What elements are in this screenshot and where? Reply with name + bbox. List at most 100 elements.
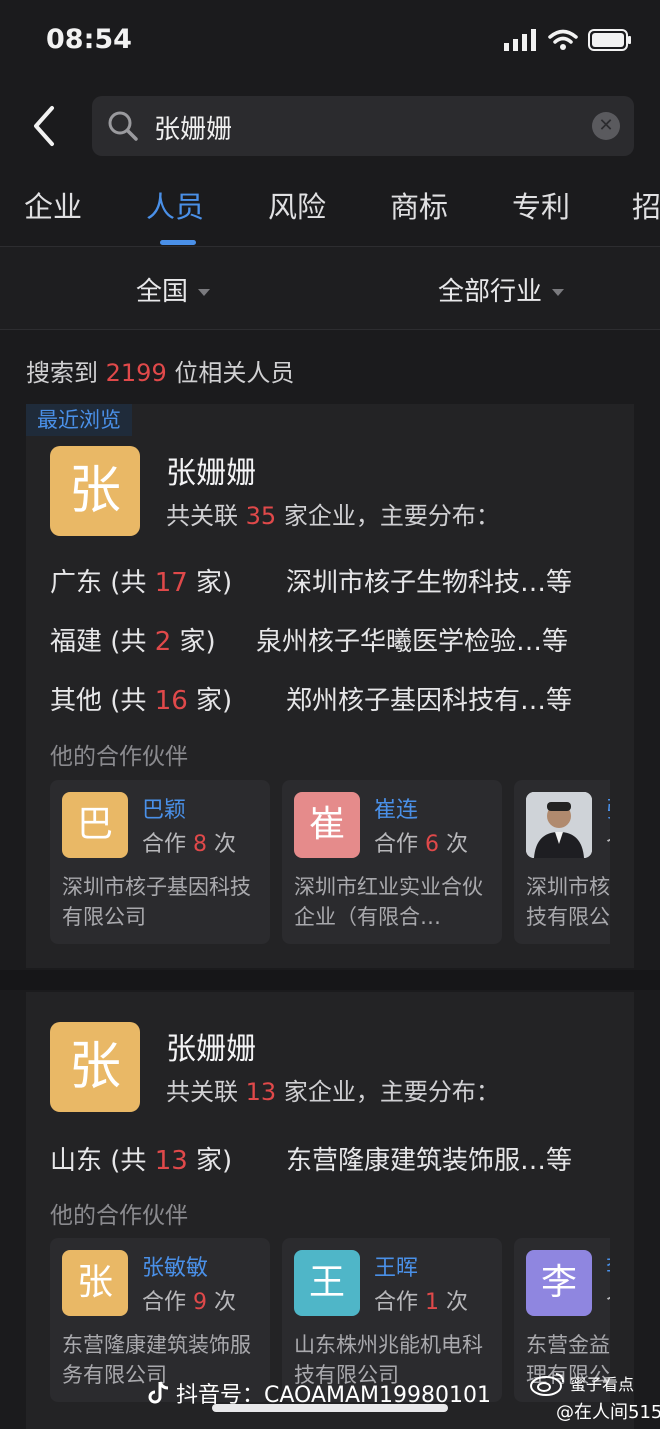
weibo-icon: [530, 1373, 564, 1396]
weibo-logo-text: 蜜子看点: [570, 1375, 635, 1394]
region-name: 其他: [50, 686, 103, 716]
partner-count: 合作 6 次: [374, 826, 468, 858]
times-value: 6: [425, 832, 439, 857]
assoc-count: 13: [245, 1078, 277, 1106]
times-suffix: 次: [207, 1290, 236, 1315]
region-row[interactable]: 山东 (共 13 家): [50, 1140, 232, 1177]
assoc-suffix: 家企业，主要分布：: [276, 1078, 500, 1106]
region-row[interactable]: 广东 (共 17 家): [50, 562, 232, 599]
tab-people[interactable]: 人员: [146, 184, 204, 226]
partner-name[interactable]: 李: [606, 1250, 610, 1282]
partner-count: 合: [606, 1284, 610, 1316]
region-name: 广东: [50, 568, 103, 598]
clear-icon[interactable]: ✕: [592, 112, 620, 140]
partner-card[interactable]: 巴 巴颖 合作 8 次 深圳市核子基因科技有限公司: [50, 780, 270, 944]
region-open: (共: [102, 627, 155, 657]
partner-photo: [526, 792, 592, 858]
tab-risk[interactable]: 风险: [268, 184, 326, 226]
region-company[interactable]: 东营隆康建筑装饰服…等: [286, 1140, 572, 1177]
region-count: 16: [154, 686, 188, 716]
status-time: 08:54: [46, 24, 132, 55]
partner-avatar: 崔: [294, 792, 360, 858]
region-filter-label: 全国: [136, 277, 189, 307]
partner-name[interactable]: 王晖: [374, 1250, 418, 1282]
times-value: 1: [425, 1290, 439, 1315]
region-open: (共: [102, 686, 155, 716]
tab-company[interactable]: 企业: [24, 184, 82, 226]
douyin-logo-icon: [148, 1381, 169, 1404]
partners-title: 他的合作伙伴: [50, 744, 188, 770]
recent-tag: 最近浏览: [26, 404, 132, 436]
partner-count: 合作 1 次: [374, 1284, 468, 1316]
times-prefix: 合作: [374, 832, 425, 857]
caret-down-icon: [552, 289, 565, 296]
home-indicator[interactable]: [212, 1404, 448, 1412]
partners-list: 巴 巴颖 合作 8 次 深圳市核子基因科技有限公司 崔 崔连 合作 6 次 深圳…: [50, 780, 610, 946]
region-close: 家): [187, 568, 233, 598]
partners-title: 他的合作伙伴: [50, 1203, 188, 1229]
result-count: 搜索到 2199 位相关人员: [26, 353, 294, 388]
association-summary: 共关联 35 家企业，主要分布：: [166, 496, 500, 531]
active-tab-indicator: [160, 240, 196, 245]
times-value: 8: [193, 832, 207, 857]
partner-name[interactable]: 张: [606, 792, 610, 824]
association-summary: 共关联 13 家企业，主要分布：: [166, 1072, 500, 1107]
result-prefix: 搜索到: [26, 359, 106, 387]
partner-avatar: 巴: [62, 792, 128, 858]
tab-trademark[interactable]: 商标: [390, 184, 448, 226]
industry-filter-label: 全部行业: [438, 277, 543, 307]
partner-count: 合: [606, 826, 610, 858]
times-prefix: 合作: [142, 832, 193, 857]
times-suffix: 次: [439, 832, 468, 857]
times-prefix: 合作: [142, 1290, 193, 1315]
region-count: 17: [154, 568, 188, 598]
region-count: 2: [154, 627, 172, 657]
assoc-prefix: 共关联: [166, 502, 246, 530]
filter-bar: 全国 全部行业: [0, 247, 660, 330]
back-button[interactable]: [28, 104, 68, 148]
tab-patent[interactable]: 专利: [512, 184, 570, 226]
search-bar[interactable]: 张姗姗 ✕: [92, 96, 634, 156]
region-open: (共: [102, 1146, 155, 1176]
partner-name[interactable]: 张敏敏: [142, 1250, 208, 1282]
search-input[interactable]: 张姗姗: [154, 109, 232, 146]
partner-company: 深圳市核子基因科技有限公司: [62, 875, 251, 929]
result-number: 2199: [105, 359, 167, 387]
person-photo-icon: [526, 792, 592, 858]
search-icon: [108, 111, 138, 141]
region-filter[interactable]: 全国: [136, 271, 211, 308]
partner-avatar: 张: [62, 1250, 128, 1316]
times-value: 9: [193, 1290, 207, 1315]
industry-filter[interactable]: 全部行业: [438, 271, 565, 308]
avatar: 张: [50, 446, 140, 536]
region-row[interactable]: 其他 (共 16 家): [50, 680, 232, 717]
battery-icon: [588, 29, 631, 51]
person-name[interactable]: 张姗姗: [166, 1024, 256, 1068]
status-icons: [504, 26, 632, 54]
region-company[interactable]: 郑州核子基因科技有…等: [286, 680, 572, 717]
region-company[interactable]: 泉州核子华曦医学检验…等: [256, 621, 568, 658]
partner-count: 合作 8 次: [142, 826, 236, 858]
region-name: 山东: [50, 1146, 103, 1176]
wifi-icon: [548, 29, 578, 50]
region-row[interactable]: 福建 (共 2 家): [50, 621, 216, 658]
partner-name[interactable]: 巴颖: [142, 792, 186, 824]
section-divider: [0, 970, 660, 990]
partner-avatar: 李: [526, 1250, 592, 1316]
tab-recruit[interactable]: 招: [632, 184, 660, 226]
partner-card[interactable]: 崔 崔连 合作 6 次 深圳市红业实业合伙企业（有限合…: [282, 780, 502, 944]
assoc-suffix: 家企业，主要分布：: [276, 502, 500, 530]
partner-card[interactable]: 张 合 深圳市核技有限公: [514, 780, 610, 944]
person-name[interactable]: 张姗姗: [166, 448, 256, 492]
region-open: (共: [102, 568, 155, 598]
region-company[interactable]: 深圳市核子生物科技…等: [286, 562, 572, 599]
partner-name[interactable]: 崔连: [374, 792, 418, 824]
weibo-handle: @在人间515: [556, 1402, 660, 1423]
partner-company: 深圳市核技有限公: [526, 875, 610, 929]
assoc-count: 35: [245, 502, 277, 530]
category-tabs: 企业 人员 风险 商标 专利 招: [0, 180, 660, 247]
times-suffix: 次: [439, 1290, 468, 1315]
partner-company-text: 深圳市红业实业合伙企业（有限合…: [294, 875, 483, 929]
region-close: 家): [187, 1146, 233, 1176]
region-close: 家): [171, 627, 216, 657]
